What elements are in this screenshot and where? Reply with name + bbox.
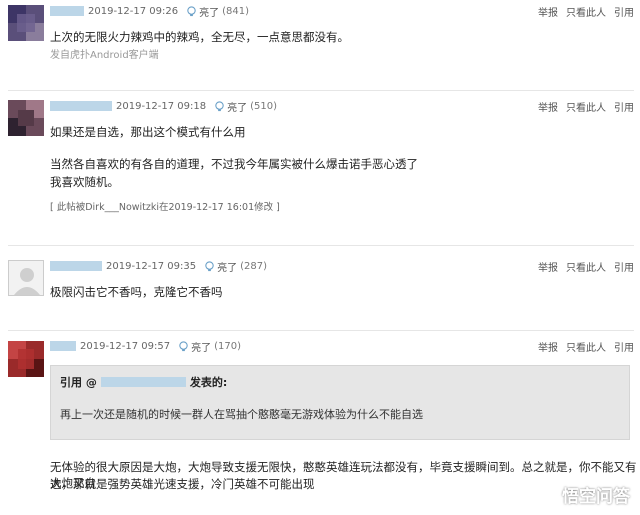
- lightbulb-icon: [205, 260, 214, 271]
- quote-link[interactable]: 引用: [614, 259, 634, 274]
- post-time: 2019-12-17 09:35: [106, 260, 197, 272]
- divider: [8, 330, 634, 331]
- light-count: (170): [214, 340, 242, 352]
- quote-prefix: 引用 @: [60, 376, 97, 389]
- avatar[interactable]: [8, 341, 44, 377]
- light-button[interactable]: 亮了 (170): [178, 339, 241, 354]
- post-actions: 举报 只看此人 引用: [530, 259, 634, 274]
- light-label: 亮了: [217, 262, 238, 274]
- username[interactable]: [50, 341, 76, 351]
- username[interactable]: [50, 6, 84, 16]
- avatar[interactable]: [8, 5, 44, 41]
- quote-link[interactable]: 引用: [614, 99, 634, 114]
- post-time: 2019-12-17 09:18: [116, 100, 207, 112]
- quote-block: 引用 @ 发表的: 再上一次还是随机的时候一群人在骂抽个憨憨毫无游戏体验为什么不…: [50, 365, 630, 440]
- post-content: 如果还是自选，那出这个模式有什么用: [50, 125, 246, 139]
- post-meta: 2019-12-17 09:26 亮了 (841): [50, 3, 249, 19]
- quote-header: 引用 @ 发表的:: [60, 374, 227, 390]
- post-content: 当然各自喜欢的有各自的道理，不过我今年属实被什么爆击诺手恶心透了: [50, 157, 418, 171]
- post-actions: 举报 只看此人 引用: [530, 4, 634, 19]
- edit-note: [ 此帖被Dirk___Nowitzki在2019-12-17 16:01修改 …: [50, 202, 280, 213]
- post-meta: 2019-12-17 09:35 亮了 (287): [50, 258, 267, 274]
- post-meta: 2019-12-17 09:18 亮了 (510): [50, 98, 277, 114]
- post-actions: 举报 只看此人 引用: [530, 99, 634, 114]
- avatar[interactable]: [8, 100, 44, 136]
- lightbulb-icon: [187, 5, 196, 16]
- divider: [8, 90, 634, 91]
- only-this-user-link[interactable]: 只看此人: [566, 99, 606, 114]
- light-button[interactable]: 亮了 (841): [186, 4, 249, 19]
- only-this-user-link[interactable]: 只看此人: [566, 259, 606, 274]
- lightbulb-icon: [215, 100, 224, 111]
- light-label: 亮了: [199, 7, 220, 19]
- client-source: 发自虎扑Android客户端: [50, 50, 159, 61]
- quote-link[interactable]: 引用: [614, 339, 634, 354]
- username[interactable]: [50, 261, 102, 271]
- avatar[interactable]: [8, 260, 44, 296]
- only-this-user-link[interactable]: 只看此人: [566, 4, 606, 19]
- username[interactable]: [50, 101, 112, 111]
- divider: [8, 245, 634, 246]
- quote-text: 再上一次还是随机的时候一群人在骂抽个憨憨毫无游戏体验为什么不能自选: [60, 408, 423, 421]
- post-actions: 举报 只看此人 引用: [530, 339, 634, 354]
- post-meta: 2019-12-17 09:57 亮了 (170): [50, 338, 241, 354]
- quoted-username[interactable]: [100, 377, 186, 387]
- light-count: (287): [240, 260, 268, 272]
- post-content: 上次的无限火力辣鸡中的辣鸡，全无尽，一点意思都没有。: [50, 30, 349, 44]
- post-content: 极限闪击它不香吗，克隆它不香吗: [50, 285, 223, 299]
- report-link[interactable]: 举报: [538, 259, 558, 274]
- post-time: 2019-12-17 09:26: [88, 5, 179, 17]
- quote-link[interactable]: 引用: [614, 4, 634, 19]
- watermark-text: 悟空问答: [562, 487, 630, 507]
- lightbulb-icon: [179, 340, 188, 351]
- light-count: (841): [222, 5, 250, 17]
- wukong-logo-icon: [534, 483, 558, 506]
- post-time: 2019-12-17 09:57: [80, 340, 171, 352]
- light-label: 亮了: [191, 342, 212, 354]
- post-content: 我喜欢随机。: [50, 175, 119, 189]
- light-button[interactable]: 亮了 (287): [204, 259, 267, 274]
- only-this-user-link[interactable]: 只看此人: [566, 339, 606, 354]
- light-label: 亮了: [227, 102, 248, 114]
- report-link[interactable]: 举报: [538, 4, 558, 19]
- post-content: 选，那就是强势英雄光速支援，冷门英雄不可能出现: [50, 477, 315, 491]
- quote-suffix: 发表的:: [189, 376, 228, 389]
- watermark: 悟空问答: [534, 482, 630, 507]
- report-link[interactable]: 举报: [538, 99, 558, 114]
- report-link[interactable]: 举报: [538, 339, 558, 354]
- light-count: (510): [250, 100, 278, 112]
- light-button[interactable]: 亮了 (510): [214, 99, 277, 114]
